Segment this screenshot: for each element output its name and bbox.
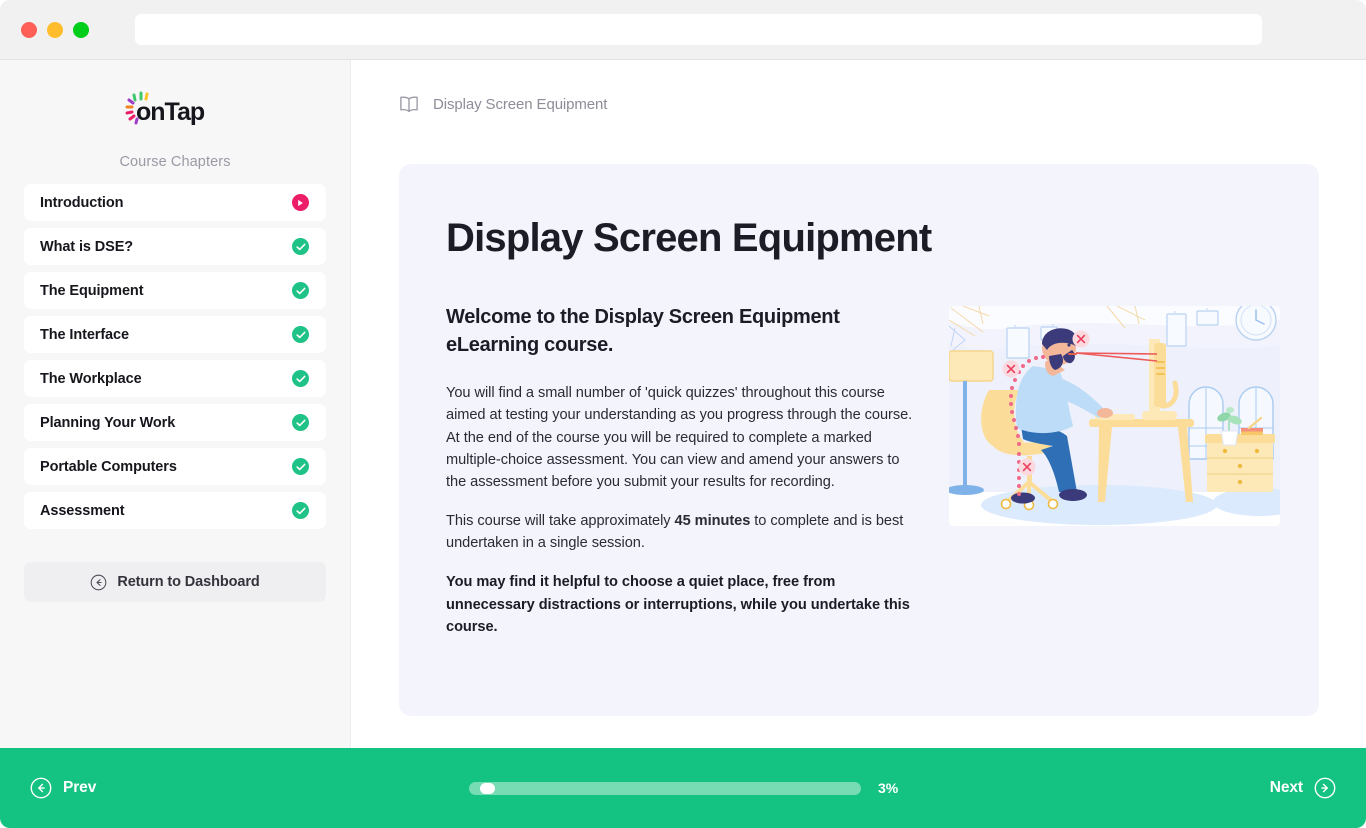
- svg-text:onTap: onTap: [136, 98, 205, 126]
- arrow-left-circle-icon: [30, 777, 52, 799]
- course-progress: 3%: [469, 780, 901, 796]
- return-to-dashboard-label: Return to Dashboard: [117, 574, 260, 590]
- poor-posture-at-desk-illustration: [949, 306, 1280, 526]
- next-button[interactable]: Next: [1270, 777, 1336, 799]
- check-icon: [292, 414, 309, 431]
- arrow-left-circle-icon: [91, 574, 107, 590]
- app-window: onTap Course Chapters Introduction What i…: [0, 0, 1366, 828]
- course-navigation-bar: Prev 3% Next: [0, 748, 1366, 828]
- check-icon: [292, 370, 309, 387]
- maximize-window-button[interactable]: [73, 22, 89, 38]
- lesson-duration-value: 45 minutes: [674, 513, 751, 530]
- check-icon: [292, 502, 309, 519]
- lesson-art-column: [949, 304, 1280, 638]
- page-body: onTap Course Chapters Introduction What i…: [0, 60, 1366, 748]
- lesson-paragraph-1: You will find a small number of 'quick q…: [446, 385, 913, 490]
- sidebar-item-label: What is DSE?: [40, 238, 134, 255]
- minimize-window-button[interactable]: [47, 22, 63, 38]
- lesson-paragraph-2-before: This course will take approximately: [446, 513, 675, 530]
- next-button-label: Next: [1269, 779, 1303, 796]
- sidebar-item-label: The Workplace: [40, 370, 142, 387]
- prev-button-label: Prev: [63, 779, 97, 796]
- sidebar-item-label: Assessment: [40, 502, 125, 519]
- breadcrumb: Display Screen Equipment: [398, 95, 607, 113]
- browser-chrome: [0, 0, 1366, 60]
- return-to-dashboard-button[interactable]: Return to Dashboard: [24, 562, 326, 602]
- ontap-logo[interactable]: onTap: [125, 90, 225, 130]
- course-chapters-label: Course Chapters: [119, 154, 231, 170]
- lesson-text-column: Welcome to the Display Screen Equipment …: [446, 304, 916, 638]
- sidebar-item-label: Portable Computers: [40, 458, 177, 475]
- sidebar-item-label: Introduction: [40, 194, 124, 211]
- ontap-logo-icon: onTap: [125, 91, 206, 126]
- sidebar-item-assessment[interactable]: Assessment: [24, 492, 326, 529]
- lesson-columns: Welcome to the Display Screen Equipment …: [446, 304, 1280, 638]
- chapter-list: Introduction What is DSE? The Equipment The…: [0, 184, 350, 529]
- open-book-icon: [400, 96, 418, 112]
- sidebar-item-label: Planning Your Work: [40, 414, 176, 431]
- lesson-paragraph-2: This course will take approximately 45 m…: [446, 510, 916, 554]
- lesson-card: Display Screen Equipment Welcome to the …: [399, 164, 1319, 716]
- sidebar-item-the-interface[interactable]: The Interface: [24, 316, 326, 353]
- sidebar-item-what-is-dse[interactable]: What is DSE?: [24, 228, 326, 265]
- sidebar-item-planning-your-work[interactable]: Planning Your Work: [24, 404, 326, 441]
- sidebar-item-the-equipment[interactable]: The Equipment: [24, 272, 326, 309]
- main-content: Display Screen Equipment Display Screen …: [351, 60, 1366, 748]
- traffic-lights: [21, 22, 89, 38]
- sidebar-item-the-workplace[interactable]: The Workplace: [24, 360, 326, 397]
- check-icon: [292, 282, 309, 299]
- page-title: Display Screen Equipment: [446, 216, 932, 260]
- prev-button[interactable]: Prev: [30, 777, 96, 799]
- sidebar-item-introduction[interactable]: Introduction: [24, 184, 326, 221]
- play-icon: [292, 194, 309, 211]
- sidebar-item-label: The Equipment: [40, 282, 144, 299]
- address-bar[interactable]: [135, 14, 1262, 45]
- check-icon: [292, 238, 309, 255]
- progress-bar-knob[interactable]: [480, 782, 496, 794]
- progress-bar[interactable]: [469, 781, 861, 795]
- progress-percent-label: 3%: [878, 780, 899, 796]
- check-icon: [292, 458, 309, 475]
- breadcrumb-label: Display Screen Equipment: [433, 95, 608, 113]
- sidebar-item-label: The Interface: [40, 326, 129, 343]
- sidebar: onTap Course Chapters Introduction What i…: [0, 60, 351, 748]
- sidebar-item-portable-computers[interactable]: Portable Computers: [24, 448, 326, 485]
- close-window-button[interactable]: [21, 22, 37, 38]
- lesson-lead-heading: Welcome to the Display Screen Equipment …: [446, 306, 840, 356]
- lesson-paragraph-3: You may find it helpful to choose a quie…: [446, 574, 910, 635]
- arrow-right-circle-icon: [1314, 777, 1336, 799]
- check-icon: [292, 326, 309, 343]
